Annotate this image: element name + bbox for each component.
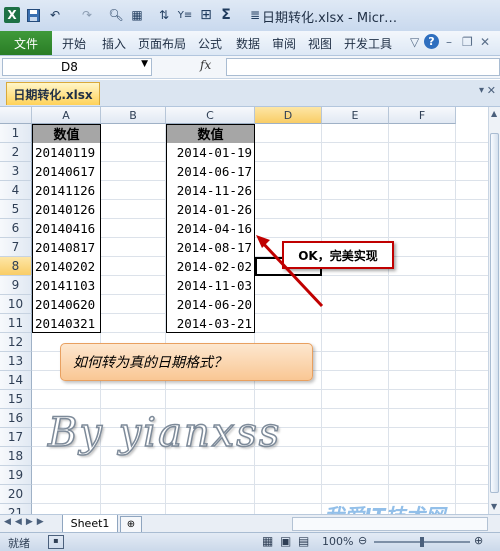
- row-header-2[interactable]: 2: [0, 143, 32, 162]
- window-title: 日期转化.xlsx - Micr…: [262, 11, 398, 26]
- row-header-5[interactable]: 5: [0, 200, 32, 219]
- select-all-corner[interactable]: [0, 107, 32, 124]
- restore-icon[interactable]: ❐: [462, 35, 473, 49]
- row-header-14[interactable]: 14: [0, 371, 32, 390]
- title-bar: X ↶ ↷ 🔍︎ ▦ ⇅ Y≡ ⊞ Σ ≣ 日期转化.xlsx - Micr…: [0, 0, 500, 32]
- status-ready: 就绪: [8, 537, 30, 550]
- column-header-c[interactable]: C: [166, 107, 255, 124]
- row-header-15[interactable]: 15: [0, 390, 32, 409]
- page-break-view-icon[interactable]: ▤: [298, 534, 309, 548]
- column-header-e[interactable]: E: [322, 107, 389, 124]
- row-header-12[interactable]: 12: [0, 333, 32, 352]
- close-icon[interactable]: ✕: [480, 35, 490, 49]
- column-header-f[interactable]: F: [389, 107, 456, 124]
- sheet-nav-icon[interactable]: ◀◀▶▶: [4, 517, 48, 527]
- question-box: 如何转为真的日期格式？: [60, 343, 313, 381]
- tab-file[interactable]: 文件: [0, 31, 52, 55]
- macro-record-icon[interactable]: ▪: [48, 535, 64, 549]
- zoom-slider-thumb[interactable]: [420, 537, 424, 547]
- page-layout-view-icon[interactable]: ▣: [280, 534, 291, 548]
- tab-data[interactable]: 数据: [236, 35, 260, 52]
- workbook-tab[interactable]: 日期转化.xlsx: [6, 82, 100, 105]
- borders-icon[interactable]: ⊞: [198, 7, 214, 23]
- tab-insert[interactable]: 插入: [102, 35, 126, 52]
- row-header-10[interactable]: 10: [0, 295, 32, 314]
- normal-view-icon[interactable]: ▦: [262, 534, 273, 548]
- row-header-7[interactable]: 7: [0, 238, 32, 257]
- gridline: [455, 124, 456, 514]
- tab-developer[interactable]: 开发工具: [344, 35, 392, 52]
- zoom-in-icon[interactable]: ⊕: [474, 534, 483, 547]
- table-a-border: [32, 124, 101, 333]
- row-header-13[interactable]: 13: [0, 352, 32, 371]
- new-sheet-icon[interactable]: ⊕: [120, 516, 142, 533]
- help-icon[interactable]: ?: [424, 34, 439, 49]
- sheet-tab-bar: ◀◀▶▶ Sheet1 ⊕: [0, 514, 500, 533]
- save-icon[interactable]: [26, 7, 40, 23]
- insert-function-button[interactable]: fx: [200, 58, 224, 74]
- scroll-up-icon[interactable]: ▲: [491, 109, 497, 118]
- filter-icon[interactable]: Y≡: [176, 7, 194, 23]
- format-icon[interactable]: ▦: [128, 7, 146, 23]
- row-header-21[interactable]: 21: [0, 504, 32, 514]
- ribbon-tabs: 文件 开始 插入 页面布局 公式 数据 审阅 视图 开发工具 ▽ ? – ❐ ✕: [0, 31, 500, 56]
- chevron-down-icon[interactable]: ▼: [141, 59, 148, 69]
- tab-page-layout[interactable]: 页面布局: [138, 35, 186, 52]
- row-header-19[interactable]: 19: [0, 466, 32, 485]
- scroll-down-icon[interactable]: ▼: [491, 502, 497, 511]
- column-header-b[interactable]: B: [101, 107, 166, 124]
- row-header-11[interactable]: 11: [0, 314, 32, 333]
- undo-icon[interactable]: ↶: [46, 7, 64, 23]
- row-header-4[interactable]: 4: [0, 181, 32, 200]
- close-workbook-icon[interactable]: ✕: [487, 84, 496, 97]
- ribbon-minimize-icon[interactable]: ▽: [410, 35, 419, 49]
- align-icon[interactable]: ≣: [248, 7, 262, 23]
- print-preview-icon[interactable]: 🔍︎: [108, 7, 124, 23]
- column-header-d[interactable]: D: [255, 107, 322, 124]
- workbook-tab-bar: 日期转化.xlsx ▾ ✕: [0, 80, 500, 107]
- redo-icon[interactable]: ↷: [78, 7, 96, 23]
- status-bar: 就绪 ▪ ▦ ▣ ▤ 100% ⊖ ⊕: [0, 532, 500, 551]
- column-header-a[interactable]: A: [32, 107, 101, 124]
- arrow-icon: [256, 235, 324, 308]
- author-watermark: By yianxss: [47, 409, 282, 457]
- row-header-8[interactable]: 8: [0, 257, 32, 276]
- sort-icon[interactable]: ⇅: [156, 7, 172, 23]
- row-header-18[interactable]: 18: [0, 447, 32, 466]
- tab-home[interactable]: 开始: [62, 35, 86, 52]
- tab-view[interactable]: 视图: [308, 35, 332, 52]
- formula-bar: D8 ▼ fx: [0, 56, 500, 79]
- gridline: [388, 124, 389, 514]
- row-header-16[interactable]: 16: [0, 409, 32, 428]
- row-header-17[interactable]: 17: [0, 428, 32, 447]
- row-header-6[interactable]: 6: [0, 219, 32, 238]
- chevron-down-icon[interactable]: ▾: [479, 85, 484, 96]
- name-box[interactable]: D8 ▼: [2, 58, 152, 76]
- tab-formulas[interactable]: 公式: [198, 35, 222, 52]
- row-header-9[interactable]: 9: [0, 276, 32, 295]
- vertical-scrollbar[interactable]: ▲ ▼: [488, 107, 500, 514]
- row-header-1[interactable]: 1: [0, 124, 32, 143]
- excel-app-icon[interactable]: X: [4, 7, 20, 23]
- table-c-border: [166, 124, 255, 333]
- row-header-3[interactable]: 3: [0, 162, 32, 181]
- autosum-icon[interactable]: Σ: [218, 7, 234, 23]
- row-header-20[interactable]: 20: [0, 485, 32, 504]
- zoom-level[interactable]: 100%: [322, 535, 353, 548]
- scroll-thumb[interactable]: [490, 133, 499, 493]
- tab-review[interactable]: 审阅: [272, 35, 296, 52]
- zoom-out-icon[interactable]: ⊖: [358, 534, 367, 547]
- horizontal-scrollbar[interactable]: [292, 517, 488, 531]
- gridline: [321, 124, 322, 514]
- formula-input[interactable]: [226, 58, 500, 76]
- minimize-icon[interactable]: –: [446, 35, 452, 49]
- sheet-tab-sheet1[interactable]: Sheet1: [62, 515, 118, 533]
